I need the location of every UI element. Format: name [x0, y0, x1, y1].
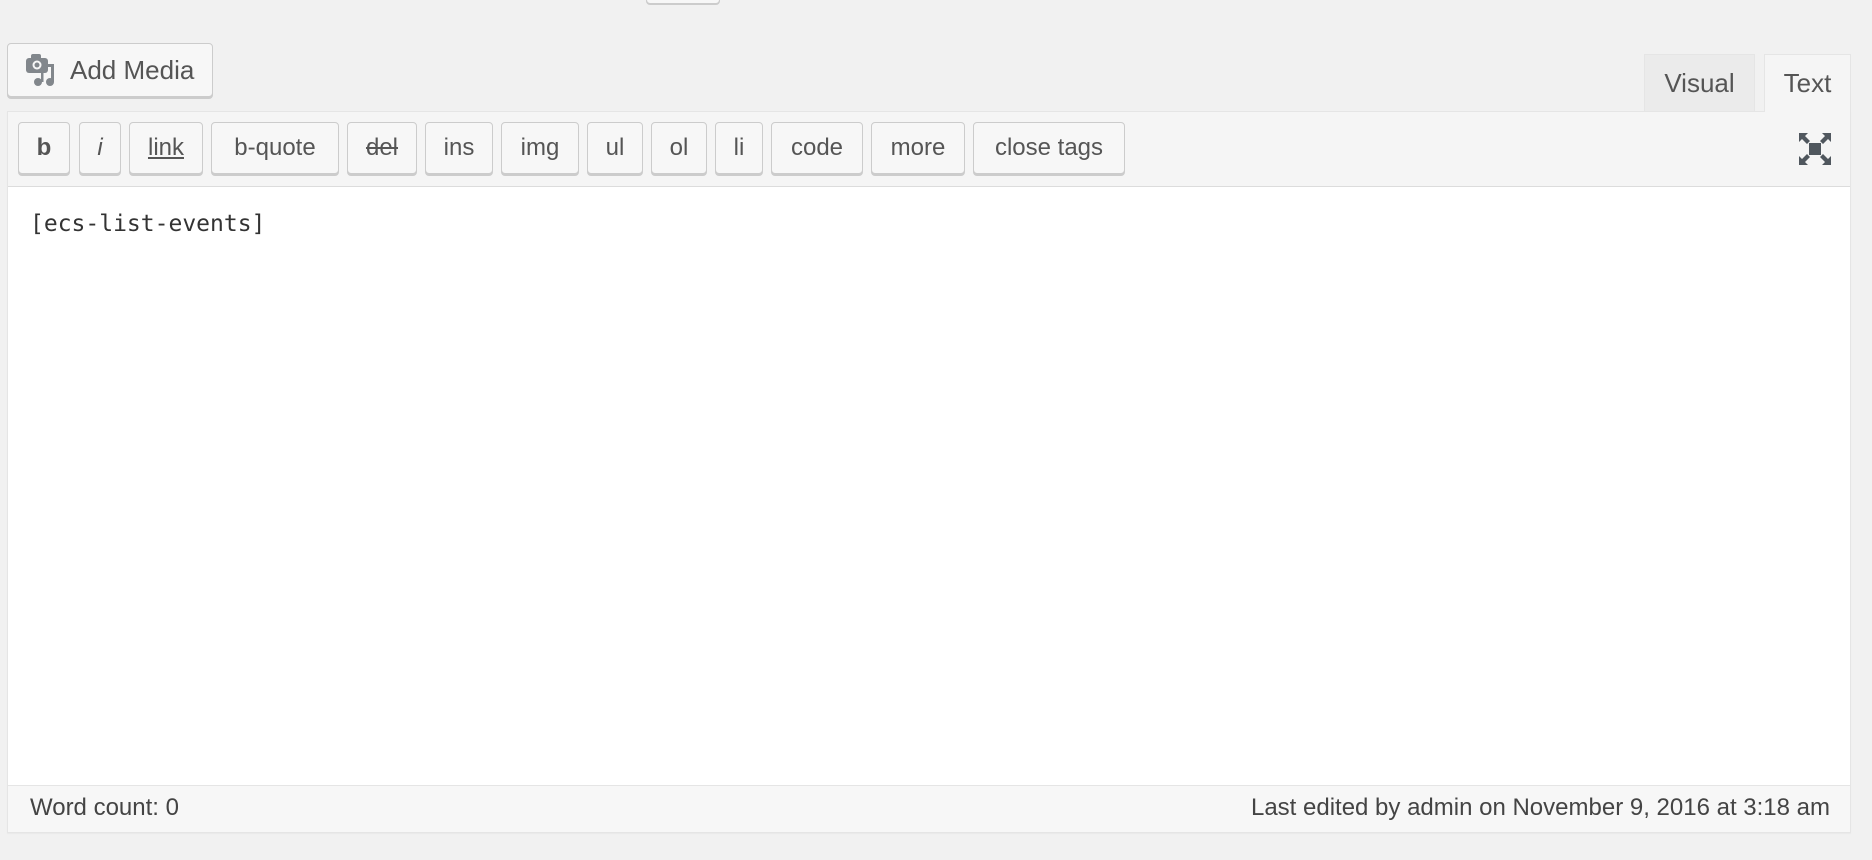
more-button[interactable]: more — [871, 122, 965, 174]
quicktags-toolbar: b i link b-quote del ins img ul ol li co… — [8, 112, 1850, 187]
italic-button[interactable]: i — [79, 122, 121, 174]
fullscreen-expand-icon — [1799, 133, 1831, 165]
code-button[interactable]: code — [771, 122, 863, 174]
bold-button[interactable]: b — [18, 122, 70, 174]
del-button[interactable]: del — [347, 122, 417, 174]
img-button[interactable]: img — [501, 122, 579, 174]
ul-button[interactable]: ul — [587, 122, 643, 174]
tab-text[interactable]: Text — [1764, 54, 1851, 112]
ins-button[interactable]: ins — [425, 122, 493, 174]
media-camera-music-icon — [24, 52, 60, 88]
editor-textarea[interactable]: [ecs-list-events] — [8, 187, 1850, 787]
add-media-label: Add Media — [70, 54, 195, 85]
editor-container: b i link b-quote del ins img ul ol li co… — [7, 111, 1851, 833]
fullscreen-button[interactable] — [1798, 132, 1832, 166]
close-tags-button[interactable]: close tags — [973, 122, 1125, 174]
last-edited-info: Last edited by admin on November 9, 2016… — [1250, 794, 1830, 821]
partial-button-above[interactable] — [646, 0, 720, 4]
tab-visual[interactable]: Visual — [1644, 54, 1755, 111]
link-button[interactable]: link — [129, 122, 203, 174]
ol-button[interactable]: ol — [651, 122, 707, 174]
add-media-button[interactable]: Add Media — [7, 43, 213, 97]
li-button[interactable]: li — [715, 122, 763, 174]
blockquote-button[interactable]: b-quote — [211, 122, 339, 174]
editor-status-bar: Word count: 0 Last edited by admin on No… — [8, 785, 1850, 832]
editor-content-text: [ecs-list-events] — [30, 211, 266, 237]
word-count: Word count: 0 — [30, 794, 179, 821]
